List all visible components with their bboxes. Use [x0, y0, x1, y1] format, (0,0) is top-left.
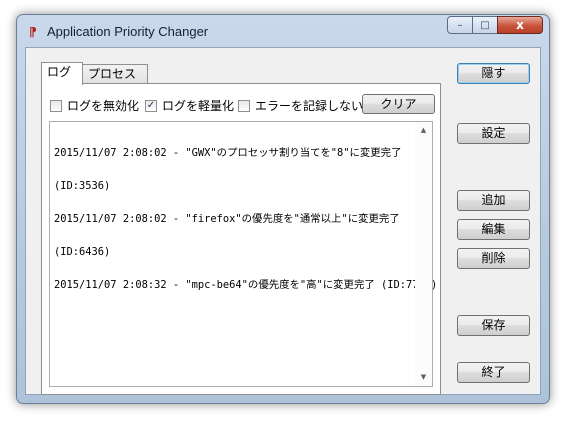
caption-buttons: – □ x [447, 16, 543, 36]
check-mark-icon: ✓ [146, 99, 156, 111]
no-error-log-label: エラーを記録しない [255, 99, 364, 113]
checkbox-box[interactable] [50, 99, 62, 112]
client-area: ログ プロセス ログを無効化 ✓ ログを軽量化 エラーを記録しない クリア 20… [25, 47, 541, 395]
log-line: 2015/11/07 2:08:32 - "mpc-be64"の優先度を"高"に… [54, 279, 438, 291]
title-bar[interactable]: ⁋ Application Priority Changer – □ x [17, 15, 549, 47]
scroll-up-icon[interactable]: ▲ [415, 122, 432, 139]
log-text: 2015/11/07 2:08:02 - "GWX"のプロセッサ割り当てを"8"… [54, 126, 438, 313]
close-button[interactable]: x [497, 16, 543, 34]
tab-process[interactable]: プロセス [82, 64, 148, 84]
settings-button[interactable]: 設定 [457, 123, 530, 144]
disable-log-label: ログを無効化 [67, 99, 140, 113]
log-textarea[interactable]: 2015/11/07 2:08:02 - "GWX"のプロセッサ割り当てを"8"… [49, 121, 438, 387]
tab-log[interactable]: ログ [41, 62, 83, 85]
hide-button[interactable]: 隠す [457, 63, 530, 84]
log-line: 2015/11/07 2:08:02 - "GWX"のプロセッサ割り当てを"8"… [54, 147, 402, 159]
app-window: ⁋ Application Priority Changer – □ x ログ … [16, 14, 550, 404]
no-error-log-checkbox[interactable]: エラーを記録しない [238, 97, 363, 114]
exit-button[interactable]: 終了 [457, 362, 530, 383]
app-icon[interactable]: ⁋ [26, 25, 40, 39]
clear-log-button[interactable]: クリア [362, 94, 435, 114]
minimize-button[interactable]: – [447, 16, 473, 34]
maximize-button[interactable]: □ [472, 16, 498, 34]
checkbox-box[interactable] [238, 99, 250, 112]
log-line: (ID:3536) [54, 180, 111, 192]
lighten-log-label: ログを軽量化 [162, 99, 235, 113]
log-options-row: ログを無効化 ✓ ログを軽量化 エラーを記録しない クリア [50, 94, 435, 114]
log-line: 2015/11/07 2:08:02 - "firefox"の優先度を"通常以上… [54, 213, 400, 225]
delete-button[interactable]: 削除 [457, 248, 530, 269]
scroll-down-icon[interactable]: ▼ [415, 369, 432, 386]
save-button[interactable]: 保存 [457, 315, 530, 336]
log-tab-panel: ログを無効化 ✓ ログを軽量化 エラーを記録しない クリア 2015/11/07… [41, 83, 441, 395]
log-line: (ID:6436) [54, 246, 111, 258]
edit-button[interactable]: 編集 [457, 219, 530, 240]
disable-log-checkbox[interactable]: ログを無効化 [50, 97, 139, 114]
window-title: Application Priority Changer [47, 24, 209, 39]
lighten-log-checkbox[interactable]: ✓ ログを軽量化 [145, 97, 234, 114]
add-button[interactable]: 追加 [457, 190, 530, 211]
vertical-scrollbar[interactable]: ▲ ▼ [415, 122, 432, 386]
checkbox-checked-box[interactable]: ✓ [145, 99, 157, 112]
